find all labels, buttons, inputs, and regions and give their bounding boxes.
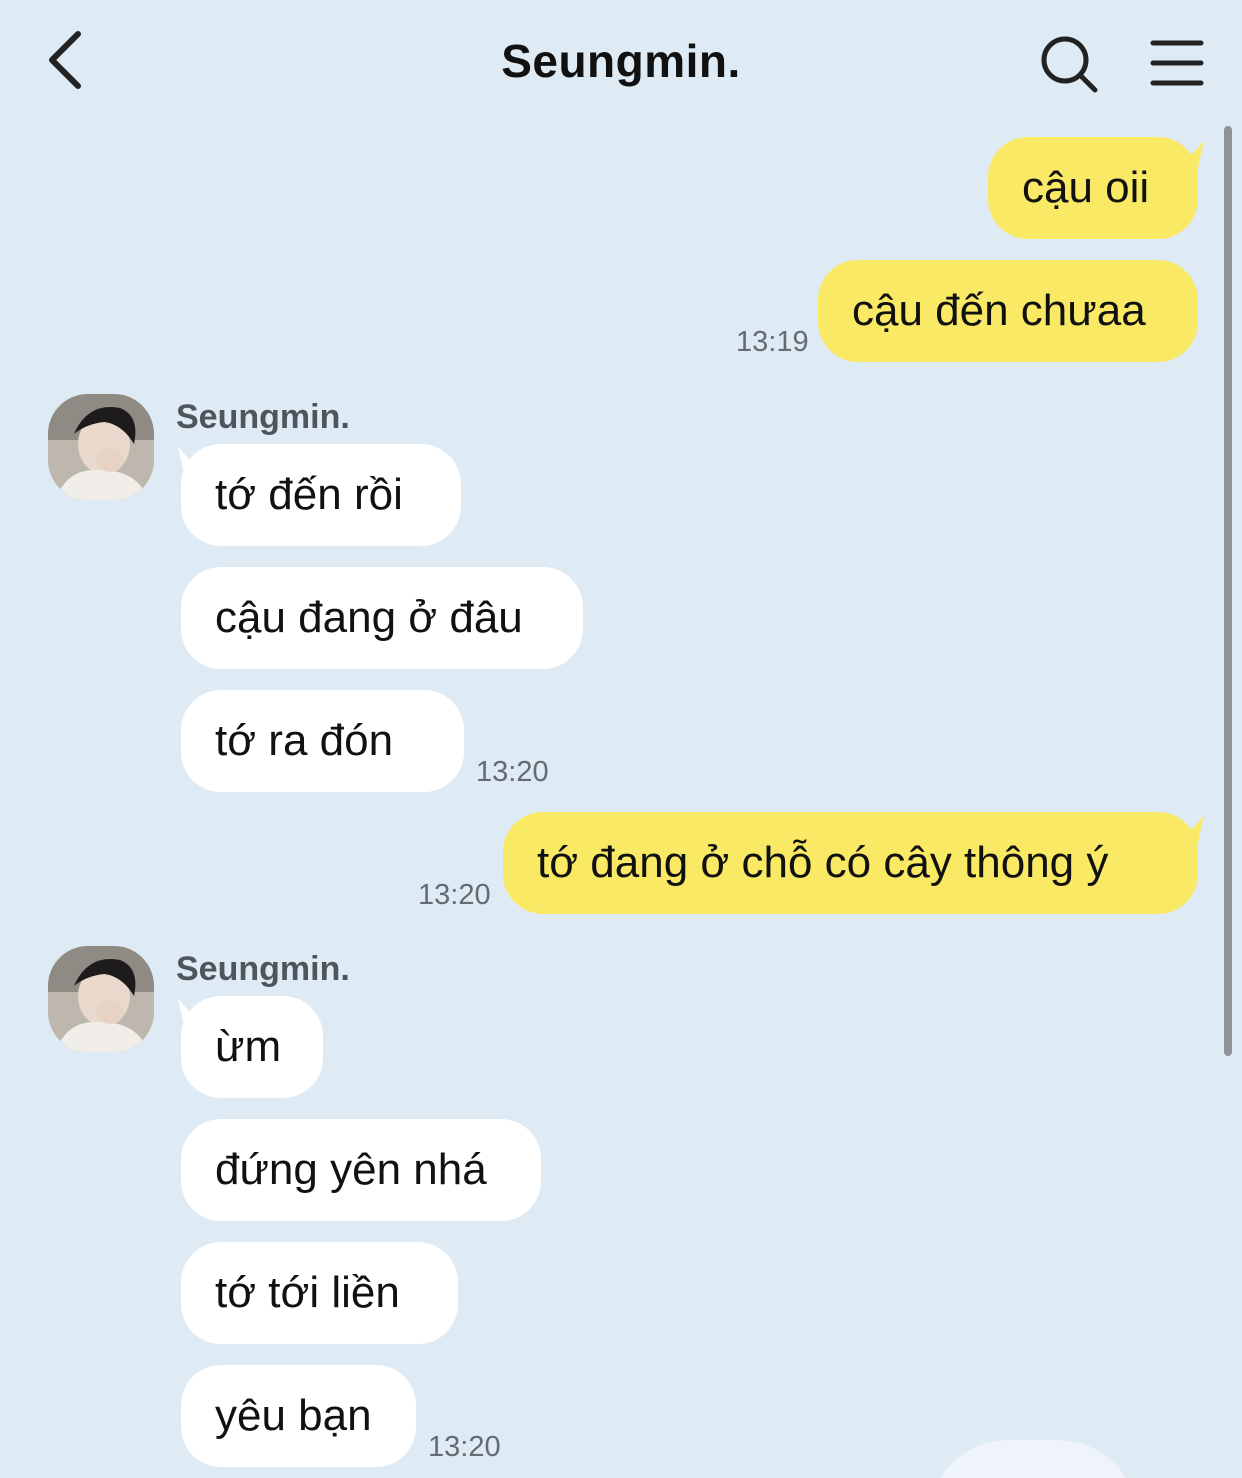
avatar[interactable]: [48, 946, 154, 1052]
scrollbar[interactable]: [1224, 126, 1232, 1056]
message-text: tớ đến rồi: [215, 470, 403, 519]
message-timestamp: 13:20: [476, 756, 549, 788]
message-bubble-received[interactable]: tớ ra đón: [181, 690, 464, 792]
hamburger-menu-icon: [1150, 40, 1204, 86]
message-text: cậu đến chưaa: [852, 286, 1146, 335]
message-text: cậu oii: [1022, 163, 1150, 212]
avatar[interactable]: [48, 394, 154, 500]
message-bubble-received[interactable]: ừm: [181, 996, 323, 1098]
message-bubble-sent[interactable]: tớ đang ở chỗ có cây thông ý: [503, 812, 1198, 914]
chat-header: Seungmin.: [0, 0, 1242, 120]
message-timestamp: 13:20: [418, 879, 491, 911]
message-text: đứng yên nhá: [215, 1145, 487, 1194]
sender-name: Seungmin.: [176, 950, 350, 988]
message-bubble-received[interactable]: yêu bạn: [181, 1365, 416, 1467]
sender-name: Seungmin.: [176, 398, 350, 436]
search-icon: [1041, 36, 1098, 93]
message-text: ừm: [215, 1022, 282, 1071]
message-text: yêu bạn: [215, 1391, 372, 1440]
message-bubble-received[interactable]: tớ đến rồi: [181, 444, 461, 546]
menu-button[interactable]: [1148, 38, 1206, 88]
message-text: tớ đang ở chỗ có cây thông ý: [537, 838, 1109, 887]
message-timestamp: 13:20: [428, 1431, 501, 1463]
message-text: tớ tới liền: [215, 1268, 400, 1317]
avatar-photo: [48, 394, 154, 500]
message-bubble-sent[interactable]: cậu đến chưaa: [818, 260, 1198, 362]
message-bubble-received[interactable]: cậu đang ở đâu: [181, 567, 583, 669]
message-bubble-sent[interactable]: cậu oii: [988, 137, 1198, 239]
message-text: cậu đang ở đâu: [215, 593, 523, 642]
avatar-photo: [48, 946, 154, 1052]
message-text: tớ ra đón: [215, 716, 394, 765]
message-bubble-received[interactable]: đứng yên nhá: [181, 1119, 541, 1221]
message-bubble-received[interactable]: tớ tới liền: [181, 1242, 458, 1344]
scroll-to-bottom-shape: [928, 1440, 1138, 1478]
message-timestamp: 13:19: [736, 326, 809, 358]
search-button[interactable]: [1038, 33, 1100, 95]
